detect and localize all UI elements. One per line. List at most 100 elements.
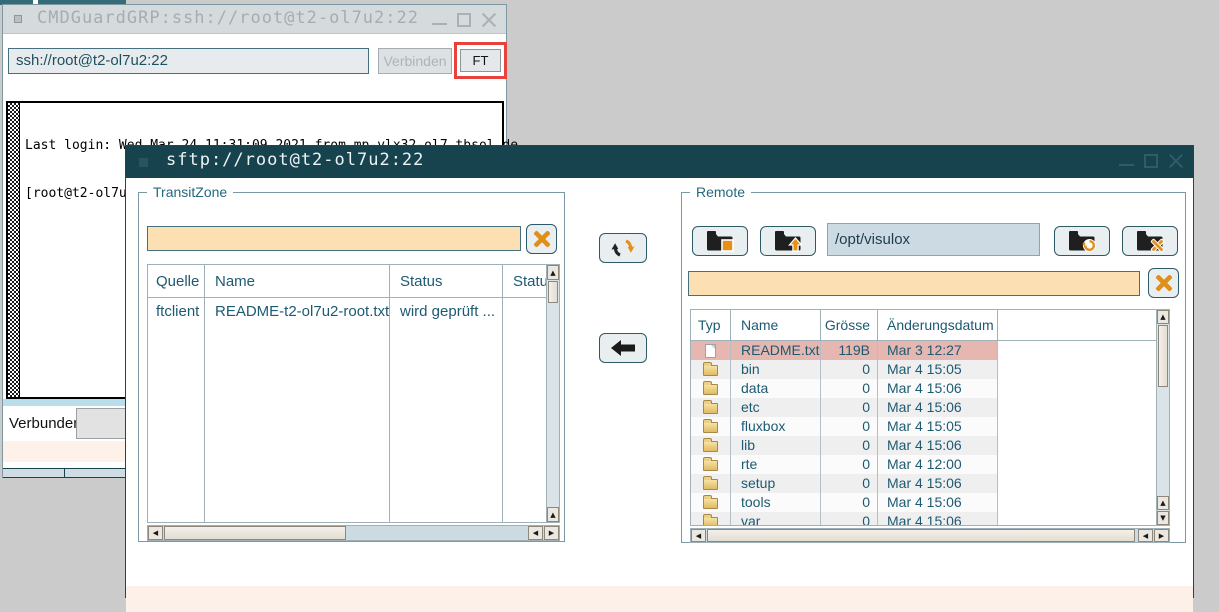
terminal-scrollbar[interactable] bbox=[8, 103, 20, 397]
ft-highlight-annotation: FT bbox=[454, 42, 507, 79]
sftp-footer-strip bbox=[126, 586, 1193, 612]
scroll-right-icon[interactable]: ▶ bbox=[544, 526, 559, 540]
folder-parent-icon bbox=[773, 229, 803, 253]
remote-file-row[interactable]: var 0 Mar 4 15:06 bbox=[691, 512, 1169, 525]
column-header[interactable]: Typ bbox=[691, 310, 731, 340]
maximize-icon[interactable] bbox=[457, 13, 471, 27]
window-menu-icon[interactable] bbox=[139, 158, 148, 167]
transit-file-row[interactable]: ftclient README-t2-ol7u2-root.txt wird g… bbox=[148, 298, 559, 325]
folder-icon bbox=[703, 422, 718, 433]
remote-file-row[interactable]: tools 0 Mar 4 15:06 bbox=[691, 493, 1169, 512]
connect-button[interactable]: Verbinden bbox=[378, 48, 452, 74]
column-header[interactable]: Name bbox=[205, 265, 390, 297]
window-menu-icon[interactable] bbox=[14, 15, 22, 23]
sftp-window-title: sftp://root@t2-ol7u2:22 bbox=[166, 150, 424, 170]
remote-table-body: README.txt 119B Mar 3 12:27 bin 0 Mar 4 … bbox=[691, 341, 1169, 525]
folder-delete-icon bbox=[1135, 229, 1165, 253]
scroll-left-icon[interactable]: ◀ bbox=[691, 529, 706, 542]
folder-icon bbox=[703, 384, 718, 395]
minimize-icon[interactable] bbox=[432, 23, 447, 25]
arrow-left-icon bbox=[610, 339, 636, 357]
folder-icon bbox=[703, 460, 718, 471]
column-header[interactable]: Name bbox=[731, 310, 821, 340]
folder-delete-button[interactable] bbox=[1122, 226, 1178, 256]
folder-refresh-button[interactable] bbox=[1054, 226, 1110, 256]
remote-horizontal-scrollbar[interactable]: ◀ ◀ ▶ bbox=[690, 528, 1170, 543]
scroll-right-icon[interactable]: ▶ bbox=[1154, 529, 1169, 542]
remote-table: Typ Name Grösse Änderungsdatum README.tx… bbox=[690, 309, 1170, 526]
download-to-transit-button[interactable] bbox=[599, 333, 647, 363]
transit-vertical-scrollbar[interactable]: ▲ ▲ bbox=[546, 265, 559, 522]
sync-icon bbox=[610, 237, 636, 259]
folder-icon bbox=[703, 365, 718, 376]
clear-x-icon bbox=[533, 230, 551, 248]
folder-icon bbox=[703, 441, 718, 452]
scroll-left-icon[interactable]: ◀ bbox=[528, 526, 543, 540]
transitzone-legend: TransitZone bbox=[147, 184, 233, 200]
file-transfer-button[interactable]: FT bbox=[460, 49, 501, 72]
folder-icon bbox=[703, 498, 718, 509]
remote-file-row[interactable]: bin 0 Mar 4 15:05 bbox=[691, 360, 1169, 379]
scrollbar-thumb[interactable] bbox=[1158, 325, 1168, 387]
column-header[interactable]: Quelle bbox=[148, 265, 205, 297]
transit-filter-clear-button[interactable] bbox=[526, 224, 557, 254]
folder-icon bbox=[703, 479, 718, 490]
scroll-up-icon[interactable]: ▲ bbox=[1157, 496, 1169, 510]
remote-filter-input[interactable] bbox=[688, 271, 1140, 296]
remote-file-row[interactable]: data 0 Mar 4 15:06 bbox=[691, 379, 1169, 398]
scrollbar-thumb[interactable] bbox=[707, 529, 1135, 542]
remote-vertical-scrollbar[interactable]: ▲ ▲ ▼ bbox=[1156, 310, 1169, 525]
remote-legend: Remote bbox=[690, 184, 751, 200]
connection-status-label: Verbunden bbox=[9, 406, 82, 441]
remote-path-field[interactable]: /opt/visulox bbox=[827, 223, 1040, 256]
desktop: CMDGuardGRP:ssh://root@t2-ol7u2:22 ssh:/… bbox=[0, 0, 1219, 612]
column-header[interactable]: Änderungsdatum bbox=[878, 310, 998, 340]
scrollbar-thumb[interactable] bbox=[164, 526, 346, 540]
transit-table-header: Quelle Name Status Status bbox=[148, 265, 559, 298]
status-indicator-box bbox=[76, 408, 130, 439]
folder-select-icon bbox=[705, 229, 735, 253]
ssh-toolbar: ssh://root@t2-ol7u2:22 Verbinden FT bbox=[3, 35, 506, 101]
folder-icon bbox=[703, 403, 718, 414]
remote-file-row[interactable]: lib 0 Mar 4 15:06 bbox=[691, 436, 1169, 455]
folder-refresh-icon bbox=[1067, 229, 1097, 253]
transit-horizontal-scrollbar[interactable]: ◀ ◀ ▶ bbox=[147, 525, 560, 541]
column-header[interactable]: Grösse bbox=[821, 310, 878, 340]
sftp-content: TransitZone Quelle Name Status bbox=[126, 178, 1193, 597]
scroll-down-icon[interactable]: ▼ bbox=[1157, 511, 1169, 525]
remote-file-row[interactable]: rte 0 Mar 4 12:00 bbox=[691, 455, 1169, 474]
folder-icon bbox=[703, 517, 718, 525]
remote-file-row[interactable]: setup 0 Mar 4 15:06 bbox=[691, 474, 1169, 493]
scroll-up-icon[interactable]: ▲ bbox=[547, 265, 559, 280]
close-icon[interactable] bbox=[1168, 153, 1184, 169]
folder-select-button[interactable] bbox=[692, 226, 748, 256]
scroll-left-icon[interactable]: ◀ bbox=[1138, 529, 1153, 542]
maximize-icon[interactable] bbox=[1144, 154, 1158, 168]
scroll-left-icon[interactable]: ◀ bbox=[148, 526, 163, 540]
sftp-titlebar[interactable]: sftp://root@t2-ol7u2:22 bbox=[126, 146, 1193, 178]
remote-file-row[interactable]: README.txt 119B Mar 3 12:27 bbox=[691, 341, 1169, 360]
remote-panel: Remote /opt/visulox bbox=[681, 192, 1186, 543]
ssh-titlebar[interactable]: CMDGuardGRP:ssh://root@t2-ol7u2:22 bbox=[3, 5, 506, 34]
close-icon[interactable] bbox=[481, 12, 497, 28]
file-icon bbox=[705, 344, 716, 358]
remote-table-header: Typ Name Grösse Änderungsdatum bbox=[691, 310, 1169, 341]
minimize-icon[interactable] bbox=[1119, 164, 1134, 166]
column-header[interactable] bbox=[998, 310, 1169, 340]
clear-x-icon bbox=[1155, 274, 1173, 292]
remote-file-row[interactable]: fluxbox 0 Mar 4 15:05 bbox=[691, 417, 1169, 436]
ssh-window-title: CMDGuardGRP:ssh://root@t2-ol7u2:22 bbox=[37, 8, 419, 28]
transit-table-body: ftclient README-t2-ol7u2-root.txt wird g… bbox=[148, 298, 559, 522]
transitzone-panel: TransitZone Quelle Name Status bbox=[138, 192, 565, 542]
refresh-transfer-button[interactable] bbox=[599, 233, 647, 263]
scroll-up-icon[interactable]: ▲ bbox=[547, 507, 559, 522]
remote-file-row[interactable]: etc 0 Mar 4 15:06 bbox=[691, 398, 1169, 417]
scroll-up-icon[interactable]: ▲ bbox=[1157, 310, 1169, 324]
transit-filter-input[interactable] bbox=[147, 226, 521, 251]
folder-parent-button[interactable] bbox=[760, 226, 816, 256]
scrollbar-thumb[interactable] bbox=[548, 281, 558, 303]
column-header[interactable]: Status bbox=[390, 265, 503, 297]
remote-filter-clear-button[interactable] bbox=[1148, 268, 1179, 298]
ssh-address-field[interactable]: ssh://root@t2-ol7u2:22 bbox=[8, 48, 369, 74]
transit-table: Quelle Name Status Status ftclient READM… bbox=[147, 264, 560, 523]
